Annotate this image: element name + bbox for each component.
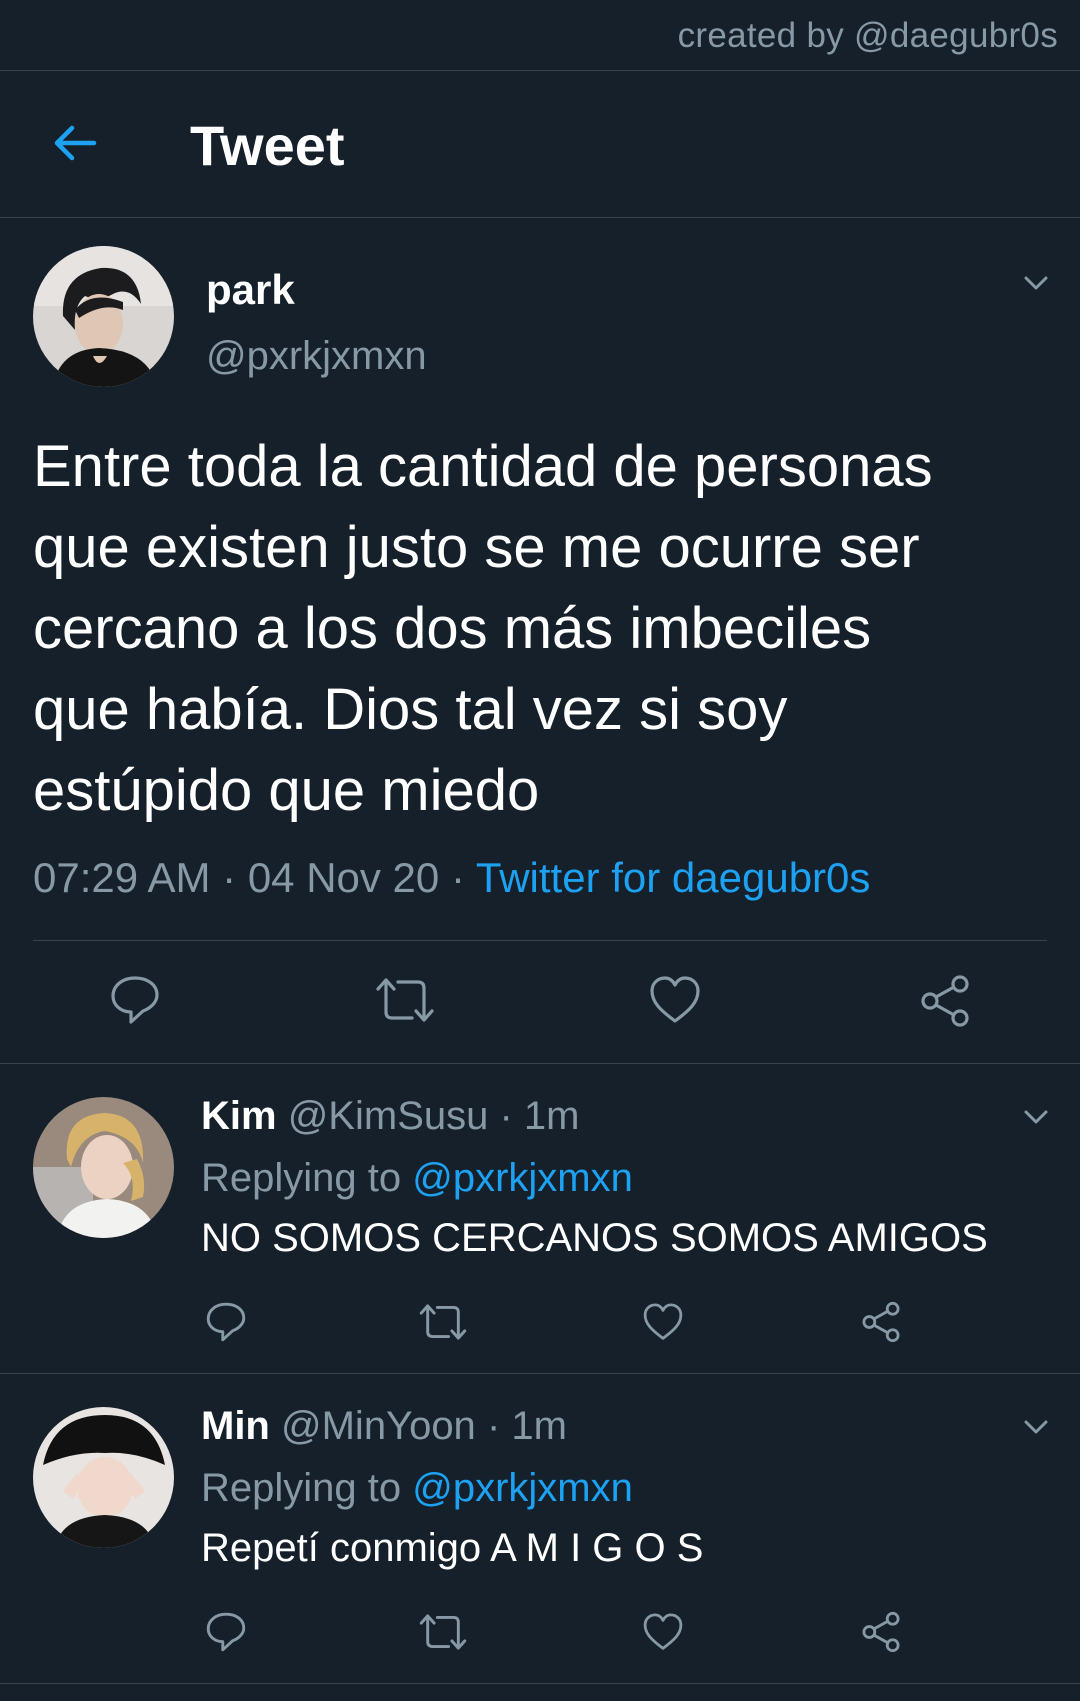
- main-tweet: park @pxrkjxmxn Entre toda la cantidad d…: [0, 218, 1080, 1064]
- retweet-icon: [419, 1304, 467, 1340]
- reply-author-handle[interactable]: @MinYoon: [281, 1404, 476, 1448]
- reply-time: · 1m: [486, 1404, 567, 1448]
- chevron-down-icon[interactable]: [1019, 1100, 1053, 1134]
- mention-link[interactable]: @pxrkjxmxn: [412, 1466, 633, 1510]
- retweet-icon: [376, 978, 434, 1022]
- reply-button[interactable]: [109, 974, 161, 1031]
- retweet-button[interactable]: [374, 974, 436, 1031]
- reply-header: Kim @KimSusu · 1m: [201, 1094, 580, 1139]
- mention-link[interactable]: @pxrkjxmxn: [412, 1156, 633, 1200]
- author-handle[interactable]: @pxrkjxmxn: [206, 334, 427, 379]
- reply-tweet[interactable]: Min @MinYoon · 1m Replying to @pxrkjxmxn…: [0, 1374, 1080, 1684]
- share-button[interactable]: [860, 1301, 902, 1348]
- avatar[interactable]: [33, 246, 174, 387]
- reply-tweet[interactable]: Kim @KimSusu · 1m Replying to @pxrkjxmxn…: [0, 1064, 1080, 1374]
- reply-author-handle[interactable]: @KimSusu: [288, 1094, 489, 1138]
- credit-text: created by @daegubr0s: [677, 16, 1058, 55]
- like-icon: [643, 1613, 683, 1650]
- reply-text: Repetí conmigo A M I G O S: [201, 1526, 704, 1570]
- reply-icon: [206, 1612, 246, 1652]
- like-icon: [643, 1303, 683, 1340]
- reply-author-name[interactable]: Kim: [201, 1094, 277, 1138]
- arrow-left-icon[interactable]: [50, 119, 98, 167]
- reply-icon: [206, 1302, 246, 1342]
- retweet-button[interactable]: [418, 1301, 468, 1348]
- avatar[interactable]: [33, 1097, 174, 1238]
- reply-author-name[interactable]: Min: [201, 1404, 270, 1448]
- replying-to: Replying to @pxrkjxmxn: [201, 1156, 633, 1201]
- share-button[interactable]: [860, 1611, 902, 1658]
- tweet-source-link[interactable]: Twitter for daegubr0s: [476, 854, 871, 901]
- divider: [33, 940, 1047, 941]
- meta-separator: ·: [450, 854, 465, 901]
- replying-to-label: Replying to: [201, 1466, 402, 1510]
- reply-button[interactable]: [205, 1301, 247, 1348]
- share-icon: [862, 1301, 900, 1343]
- like-icon: [650, 976, 700, 1023]
- like-button[interactable]: [648, 974, 702, 1031]
- tweet-meta: 07:29 AM · 04 Nov 20 · Twitter for daegu…: [33, 854, 870, 902]
- reply-button[interactable]: [205, 1611, 247, 1658]
- retweet-button[interactable]: [418, 1611, 468, 1658]
- like-button[interactable]: [642, 1301, 684, 1348]
- like-button[interactable]: [642, 1611, 684, 1658]
- share-icon: [921, 975, 969, 1027]
- replying-to: Replying to @pxrkjxmxn: [201, 1466, 633, 1511]
- share-icon: [862, 1611, 900, 1653]
- tweet-text: Entre toda la cantidad de personas que e…: [33, 434, 933, 823]
- replying-to-label: Replying to: [201, 1156, 402, 1200]
- reply-icon: [111, 976, 159, 1024]
- tweet-date: 04 Nov 20: [247, 854, 440, 901]
- reply-text: NO SOMOS CERCANOS SOMOS AMIGOS: [201, 1216, 988, 1260]
- meta-separator: ·: [222, 854, 237, 901]
- tweet-time: 07:29 AM: [33, 854, 211, 901]
- page-title: Tweet: [190, 114, 345, 177]
- reply-header: Min @MinYoon · 1m: [201, 1404, 567, 1449]
- credit-bar: created by @daegubr0s: [0, 0, 1080, 71]
- header-bar: Tweet: [0, 71, 1080, 218]
- chevron-down-icon[interactable]: [1019, 266, 1053, 300]
- author-name[interactable]: park: [206, 266, 295, 314]
- retweet-icon: [419, 1614, 467, 1650]
- share-button[interactable]: [918, 974, 972, 1033]
- chevron-down-icon[interactable]: [1019, 1410, 1053, 1444]
- avatar[interactable]: [33, 1407, 174, 1548]
- reply-time: · 1m: [499, 1094, 580, 1138]
